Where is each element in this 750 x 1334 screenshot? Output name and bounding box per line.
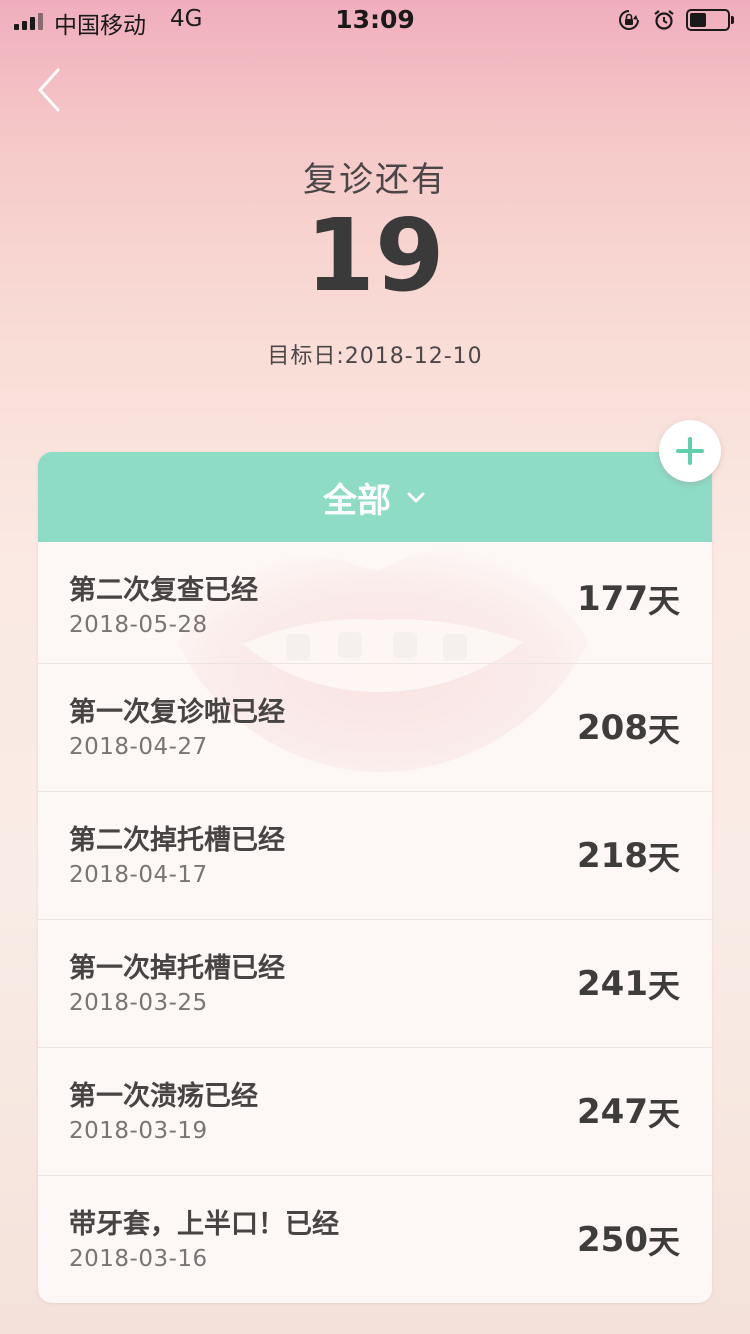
chevron-down-icon	[407, 492, 425, 503]
battery-level	[690, 13, 706, 27]
record-days: 218 天	[577, 792, 680, 919]
record-days-number: 250	[577, 1220, 648, 1260]
add-button[interactable]	[659, 420, 721, 482]
record-row[interactable]: 第一次复诊啦已经 2018-04-27 208 天	[38, 664, 712, 792]
record-days: 177 天	[577, 538, 680, 659]
record-days: 241 天	[577, 920, 680, 1047]
record-title: 第一次复诊啦已经	[69, 697, 285, 728]
record-date: 2018-03-19	[69, 1118, 208, 1144]
filter-dropdown[interactable]: 全部	[38, 452, 712, 542]
record-date: 2018-03-16	[69, 1246, 208, 1272]
records-card: 全部 第二次复查已经 2018-05-28 177 天第一次复诊啦已经 2018-04-…	[38, 452, 712, 1303]
record-days-unit: 天	[647, 581, 680, 620]
record-date: 2018-04-27	[69, 734, 208, 760]
record-row[interactable]: 第二次掉托槽已经 2018-04-17 218 天	[38, 792, 712, 920]
record-title: 第二次复查已经	[69, 575, 258, 606]
record-days-number: 218	[577, 835, 648, 876]
record-row[interactable]: 第一次掉托槽已经 2018-03-25 241 天	[38, 920, 712, 1048]
chevron-left-icon	[38, 68, 60, 112]
record-row[interactable]: 第一次溃疡已经 2018-03-19 247 天	[38, 1048, 712, 1176]
status-bar: 中国移动 4G 13:09	[0, 0, 750, 40]
record-days-unit: 天	[647, 1094, 680, 1133]
record-days: 247 天	[577, 1048, 680, 1175]
record-title: 带牙套，上半口！已经	[69, 1209, 339, 1240]
record-days-unit: 天	[647, 1223, 680, 1261]
record-title: 第一次溃疡已经	[69, 1081, 258, 1112]
record-days: 250 天	[577, 1176, 680, 1303]
record-days-unit: 天	[647, 966, 680, 1005]
target-date: 目标日:2018-12-10	[267, 344, 483, 369]
record-days-number: 241	[577, 963, 648, 1004]
record-days-number: 247	[577, 1091, 648, 1132]
record-days-number: 177	[577, 578, 648, 619]
record-days-unit: 天	[647, 710, 680, 749]
record-days: 208 天	[577, 664, 680, 791]
record-date: 2018-03-25	[69, 990, 208, 1016]
record-date: 2018-04-17	[69, 862, 208, 888]
record-days-number: 208	[577, 707, 648, 748]
record-title: 第二次掉托槽已经	[69, 825, 285, 856]
record-days-unit: 天	[647, 838, 680, 877]
back-button[interactable]	[28, 64, 72, 118]
record-title: 第一次掉托槽已经	[69, 953, 285, 984]
countdown-days: 19	[305, 197, 445, 314]
record-row[interactable]: 第二次复查已经 2018-05-28 177 天	[38, 542, 712, 664]
battery-icon	[686, 9, 734, 31]
record-row[interactable]: 带牙套，上半口！已经 2018-03-16 250 天	[38, 1176, 712, 1303]
page-title: 复诊还有	[303, 160, 447, 200]
plus-icon	[676, 437, 704, 465]
alarm-icon	[654, 10, 674, 30]
rotation-lock-icon	[619, 10, 639, 30]
filter-label: 全部	[323, 480, 391, 521]
records-list: 第二次复查已经 2018-05-28 177 天第一次复诊啦已经 2018-04-27 2…	[38, 542, 712, 1303]
record-date: 2018-05-28	[69, 612, 208, 638]
